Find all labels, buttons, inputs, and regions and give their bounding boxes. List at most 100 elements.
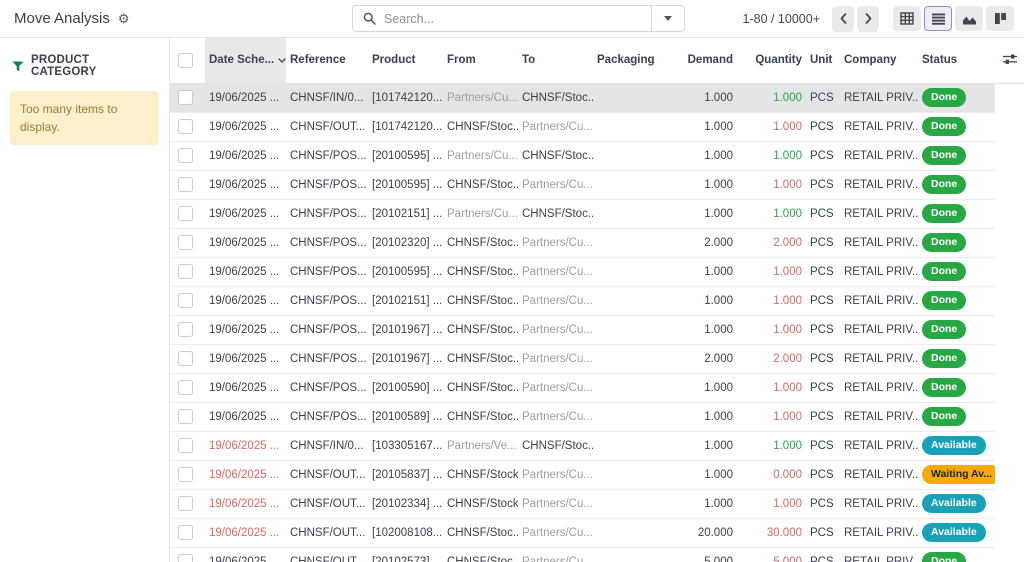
unit-cell: PCS xyxy=(810,526,834,539)
row-checkbox[interactable] xyxy=(178,525,193,540)
from-cell: CHNSF/Stoc... xyxy=(447,526,518,539)
company-cell: RETAIL PRIV... xyxy=(844,468,918,481)
demand-cell: 1.000 xyxy=(704,178,733,191)
date-cell: 19/06/2025 ... xyxy=(209,468,280,481)
row-checkbox[interactable] xyxy=(178,264,193,279)
reference-cell: CHNSF/POS... xyxy=(290,178,367,191)
row-checkbox[interactable] xyxy=(178,293,193,308)
product-cell: [20102320] ... xyxy=(372,236,443,249)
row-checkbox[interactable] xyxy=(178,177,193,192)
status-badge: Done xyxy=(922,291,967,310)
row-checkbox[interactable] xyxy=(178,235,193,250)
column-header-reference[interactable]: Reference xyxy=(286,38,368,84)
row-checkbox[interactable] xyxy=(178,351,193,366)
column-label: Quantity xyxy=(755,54,802,67)
table-row[interactable]: 19/06/2025 ... CHNSF/OUT... [20102334] ...… xyxy=(170,489,1024,519)
from-cell: CHNSF/Stoc... xyxy=(447,236,518,249)
table-row[interactable]: 19/06/2025 ... CHNSF/POS... [20100595] ...… xyxy=(170,257,1024,287)
table-row[interactable]: 19/06/2025 ... CHNSF/POS... [20100589] ...… xyxy=(170,402,1024,432)
row-checkbox[interactable] xyxy=(178,467,193,482)
column-header-quantity[interactable]: Quantity xyxy=(737,38,806,84)
search-options-toggle[interactable] xyxy=(651,6,684,31)
optional-columns-icon[interactable] xyxy=(1002,53,1017,65)
table-row[interactable]: 19/06/2025 ... CHNSF/POS... [20102320] ...… xyxy=(170,228,1024,258)
company-cell: RETAIL PRIV... xyxy=(844,526,918,539)
list-view-button[interactable] xyxy=(924,6,952,31)
row-checkbox[interactable] xyxy=(178,554,193,562)
table-row[interactable]: 19/06/2025 ... CHNSF/POS... [20100595] ...… xyxy=(170,170,1024,200)
filter-funnel-icon xyxy=(12,61,24,72)
sidebar-section-product-category[interactable]: PRODUCT CATEGORY xyxy=(0,54,169,78)
date-cell: 19/06/2025 ... xyxy=(209,178,280,191)
column-header-from[interactable]: From xyxy=(443,38,518,84)
row-checkbox[interactable] xyxy=(178,206,193,221)
search-bar[interactable] xyxy=(352,5,685,32)
main-area: PRODUCT CATEGORY Too many items to displ… xyxy=(0,38,1024,562)
to-cell: Partners/Cu... xyxy=(522,468,593,481)
table-row[interactable]: 19/06/2025 ... CHNSF/OUT... [20105837] ...… xyxy=(170,460,1024,490)
top-bar: Move Analysis ⚙ 1-80 / 10000+ xyxy=(0,0,1024,38)
row-checkbox[interactable] xyxy=(178,380,193,395)
pager-range: 1-80 / 10000+ xyxy=(742,11,821,26)
graph-view-button[interactable] xyxy=(955,6,983,31)
column-header-status[interactable]: Status xyxy=(918,38,995,84)
search-input[interactable] xyxy=(384,11,651,26)
product-cell: [20100590] ... xyxy=(372,381,443,394)
table-row[interactable]: 19/06/2025 ... CHNSF/POS... [20100595] ...… xyxy=(170,141,1024,171)
table-row[interactable]: 19/06/2025 ... CHNSF/IN/0... [101742120...… xyxy=(170,83,1024,113)
reference-cell: CHNSF/POS... xyxy=(290,236,367,249)
column-label: Demand xyxy=(687,54,733,67)
table-row[interactable]: 19/06/2025 ... CHNSF/POS... [20102151] ...… xyxy=(170,199,1024,229)
reference-cell: CHNSF/OUT... xyxy=(290,555,366,562)
table-row[interactable]: 19/06/2025 ... CHNSF/POS... [20101967] ...… xyxy=(170,344,1024,374)
company-cell: RETAIL PRIV... xyxy=(844,555,918,562)
column-header-unit[interactable]: Unit xyxy=(806,38,840,84)
column-label: Unit xyxy=(810,54,833,67)
column-header-product[interactable]: Product xyxy=(368,38,443,84)
table-row[interactable]: 19/06/2025 ... CHNSF/OUT... [102008108... C… xyxy=(170,518,1024,548)
table-row[interactable]: 19/06/2025 ... CHNSF/POS... [20100590] ...… xyxy=(170,373,1024,403)
row-checkbox[interactable] xyxy=(178,90,193,105)
date-cell: 19/06/2025 ... xyxy=(209,294,280,307)
row-checkbox[interactable] xyxy=(178,496,193,511)
too-many-items-notice: Too many items to display. xyxy=(10,91,159,145)
product-cell: [20101967] ... xyxy=(372,323,443,336)
pager-previous-button[interactable] xyxy=(832,5,854,32)
unit-cell: PCS xyxy=(810,236,834,249)
row-checkbox[interactable] xyxy=(178,148,193,163)
unit-cell: PCS xyxy=(810,439,834,452)
quantity-cell: 1.000 xyxy=(773,323,802,336)
pager-next-button[interactable] xyxy=(857,5,879,32)
column-header-to[interactable]: To xyxy=(518,38,593,84)
column-header-demand[interactable]: Demand xyxy=(665,38,737,84)
row-checkbox[interactable] xyxy=(178,322,193,337)
status-badge: Done xyxy=(922,349,967,368)
unit-cell: PCS xyxy=(810,410,834,423)
select-all-checkbox[interactable] xyxy=(178,52,193,68)
unit-cell: PCS xyxy=(810,468,834,481)
table-row[interactable]: 19/06/2025 ... CHNSF/IN/0... [103305167...… xyxy=(170,431,1024,461)
product-cell: [20102334] ... xyxy=(372,497,443,510)
column-header-date[interactable]: Date Sche... xyxy=(205,38,286,84)
table-row[interactable]: 19/06/2025 ... CHNSF/POS... [20102151] ...… xyxy=(170,286,1024,316)
column-header-packaging[interactable]: Packaging xyxy=(593,38,665,84)
kanban-view-button[interactable] xyxy=(986,6,1014,31)
chevron-left-icon xyxy=(840,13,846,24)
quantity-cell: 1.000 xyxy=(773,439,802,452)
graph-view-icon xyxy=(962,16,976,24)
reference-cell: CHNSF/OUT... xyxy=(290,526,366,539)
table-row[interactable]: 19/06/2025 ... CHNSF/OUT... [20102573] ...… xyxy=(170,547,1024,562)
quantity-cell: 1.000 xyxy=(773,91,802,104)
row-checkbox[interactable] xyxy=(178,438,193,453)
move-list: Date Sche... Reference Product From To Packag… xyxy=(170,38,1024,562)
pivot-view-button[interactable] xyxy=(893,6,921,31)
table-row[interactable]: 19/06/2025 ... CHNSF/OUT... [101742120... C… xyxy=(170,112,1024,142)
row-checkbox[interactable] xyxy=(178,119,193,134)
row-checkbox[interactable] xyxy=(178,409,193,424)
quantity-cell: 30.000 xyxy=(766,526,802,539)
table-row[interactable]: 19/06/2025 ... CHNSF/POS... [20101967] ...… xyxy=(170,315,1024,345)
settings-gear-icon[interactable]: ⚙ xyxy=(118,12,130,25)
status-badge: Done xyxy=(922,552,967,562)
from-cell: Partners/Cu... xyxy=(447,149,518,162)
column-header-company[interactable]: Company xyxy=(840,38,918,84)
